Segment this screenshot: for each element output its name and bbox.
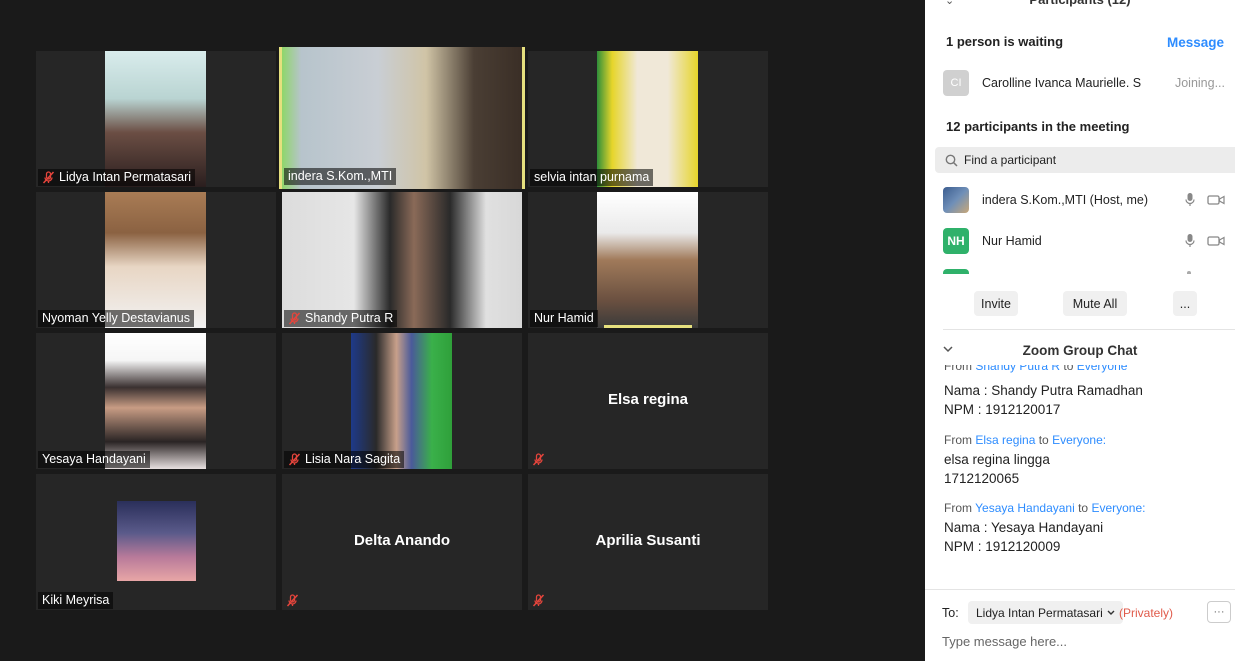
participant-video	[105, 51, 206, 187]
chat-message: Nama : Yesaya Handayani NPM : 1912120009	[944, 520, 1104, 554]
waiting-participant-row[interactable]: CI Carolline Ivanca Maurielle. S Joining…	[943, 68, 1225, 98]
participant-controls	[1185, 192, 1225, 207]
chevron-down-icon	[1107, 610, 1115, 615]
avatar: CI	[943, 70, 969, 96]
chat-message-input[interactable]	[942, 632, 1222, 650]
participant-name: Carolline Ivanca Maurielle. S	[982, 76, 1142, 90]
participant-controls	[1185, 233, 1225, 248]
message-sender-line: From Shandy Putra R to Everyone	[944, 365, 1127, 373]
microphone-icon[interactable]	[1185, 233, 1195, 248]
participant-search[interactable]	[935, 147, 1235, 173]
participant-row-host[interactable]: indera S.Kom.,MTI (Host, me)	[943, 185, 1225, 215]
video-camera-icon[interactable]	[1207, 235, 1225, 247]
recipient-select[interactable]: Lidya Intan Permatasari	[968, 601, 1123, 624]
avatar	[943, 269, 969, 274]
name-tag: selvia intan purnama	[530, 169, 654, 186]
chat-message: Nama : Shandy Putra Ramadhan NPM : 19121…	[944, 383, 1143, 417]
participant-row-nur-hamid[interactable]: NH Nur Hamid	[943, 226, 1225, 256]
muted-mic-icon	[532, 453, 545, 466]
muted-mic-icon	[288, 453, 301, 466]
recipient-value: Lidya Intan Permatasari	[976, 605, 1103, 620]
muted-mic-icon	[532, 594, 545, 607]
name-tag: indera S.Kom.,MTI	[284, 168, 397, 185]
recipient-link[interactable]: Everyone	[1052, 433, 1103, 447]
zoom-meeting-window: Lidya Intan Permatasari indera S.Kom.,MT…	[0, 0, 1235, 661]
chat-more-button[interactable]: ···	[1207, 601, 1231, 623]
search-icon	[945, 154, 958, 167]
microphone-icon	[1187, 271, 1191, 274]
message-sender-line: From Yesaya Handayani to Everyone:	[944, 501, 1146, 515]
joining-status: Joining...	[1174, 76, 1225, 90]
muted-mic-icon	[42, 171, 55, 184]
video-tile-shandy[interactable]: Shandy Putra R	[282, 192, 522, 328]
waiting-room-label: 1 person is waiting	[946, 34, 1064, 49]
participant-video	[597, 192, 698, 328]
participant-name-center: Delta Anando	[353, 532, 451, 549]
participant-profile-image	[117, 501, 196, 581]
chat-title: Zoom Group Chat	[1022, 343, 1138, 358]
message-waiting-link[interactable]: Message	[1167, 35, 1224, 50]
name-tag: Shandy Putra R	[284, 310, 398, 327]
name-tag: Kiki Meyrisa	[38, 592, 114, 609]
mute-all-button[interactable]: Mute All	[1063, 291, 1127, 316]
participant-name: Nur Hamid	[982, 234, 1042, 248]
in-meeting-label: 12 participants in the meeting	[946, 119, 1130, 134]
name-tag: Nyoman Yelly Destavianus	[38, 310, 194, 327]
divider	[925, 589, 1235, 590]
participant-name: indera S.Kom.,MTI (Host, me)	[982, 193, 1149, 207]
participant-video	[282, 192, 522, 328]
video-tile-selvia[interactable]: selvia intan purnama	[528, 51, 768, 187]
search-input[interactable]	[964, 153, 1214, 167]
divider	[943, 329, 1235, 330]
video-tile-nur-hamid[interactable]: Nur Hamid	[528, 192, 768, 328]
sender-link[interactable]: Shandy Putra R	[975, 365, 1060, 373]
name-tag: Nur Hamid	[530, 310, 598, 327]
participant-video	[105, 192, 206, 328]
chat-message: elsa regina lingga 1712120065	[944, 452, 1050, 486]
microphone-icon[interactable]	[1185, 192, 1195, 207]
video-tile-lisia[interactable]: Lisia Nara Sagita	[282, 333, 522, 469]
video-tile-yesaya[interactable]: Yesaya Handayani	[36, 333, 276, 469]
chat-messages: From Shandy Putra R to Everyone Nama : S…	[925, 365, 1235, 585]
muted-mic-icon	[288, 312, 301, 325]
more-options-button[interactable]: ...	[1173, 291, 1197, 316]
participant-video	[105, 333, 206, 469]
invite-button[interactable]: Invite	[974, 291, 1018, 316]
privately-label: (Privately)	[1119, 606, 1174, 620]
video-tile-nyoman[interactable]: Nyoman Yelly Destavianus	[36, 192, 276, 328]
to-label: To:	[942, 606, 959, 620]
chat-header: Zoom Group Chat	[925, 343, 1235, 363]
sender-link[interactable]: Elsa regina	[975, 433, 1035, 447]
video-tile-aprilia[interactable]: Aprilia Susanti	[528, 474, 768, 610]
video-tile-delta[interactable]: Delta Anando	[282, 474, 522, 610]
name-tag: Yesaya Handayani	[38, 451, 150, 468]
participant-video	[597, 51, 698, 187]
video-tile-elsa[interactable]: Elsa regina	[528, 333, 768, 469]
sender-link[interactable]: Yesaya Handayani	[975, 501, 1075, 515]
recipient-link[interactable]: Everyone	[1091, 501, 1142, 515]
participant-video	[351, 333, 452, 469]
participants-header: Participants (12)	[925, 0, 1235, 8]
video-gallery: Lidya Intan Permatasari indera S.Kom.,MT…	[0, 0, 925, 661]
name-tag: Lisia Nara Sagita	[284, 451, 405, 468]
video-tile-indera[interactable]: indera S.Kom.,MTI	[279, 47, 525, 189]
video-camera-icon[interactable]	[1207, 194, 1225, 206]
name-tag: Lidya Intan Permatasari	[38, 169, 196, 186]
muted-mic-icon	[286, 594, 299, 607]
video-tile-lidya[interactable]: Lidya Intan Permatasari	[36, 51, 276, 187]
side-panel: ⌄ Participants (12) 1 person is waiting …	[925, 0, 1235, 661]
video-tile-kiki[interactable]: Kiki Meyrisa	[36, 474, 276, 610]
recipient-link[interactable]: Everyone	[1077, 365, 1128, 373]
speaking-indicator	[604, 325, 692, 328]
participant-name-center: Aprilia Susanti	[595, 532, 701, 549]
participant-name-center: Elsa regina	[607, 391, 689, 408]
message-sender-line: From Elsa regina to Everyone:	[944, 433, 1107, 447]
avatar	[943, 187, 969, 213]
avatar: NH	[943, 228, 969, 254]
